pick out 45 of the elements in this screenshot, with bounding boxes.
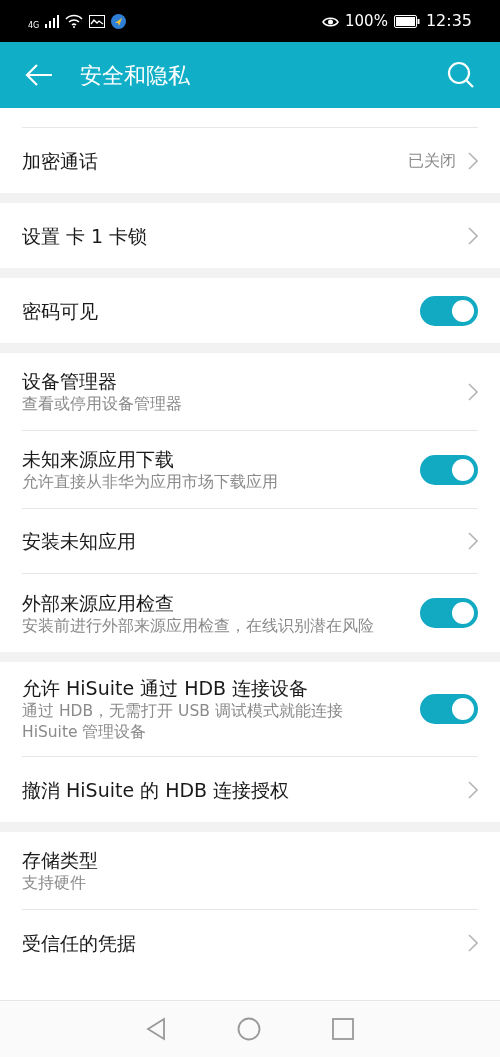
setting-title: 加密通话 bbox=[22, 148, 99, 174]
chevron-right-icon bbox=[468, 933, 478, 952]
toggle-switch[interactable] bbox=[420, 598, 478, 628]
circle-icon bbox=[237, 1017, 261, 1041]
network-type: 4G bbox=[28, 22, 40, 30]
battery-percent: 100% bbox=[345, 10, 388, 32]
signal-icon bbox=[45, 14, 60, 28]
setting-description: 查看或停用设备管理器 bbox=[22, 394, 183, 415]
recents-nav-button[interactable] bbox=[332, 1018, 355, 1040]
setting-title: 密码可见 bbox=[22, 298, 99, 324]
setting-title: 存储类型 bbox=[22, 848, 99, 873]
setting-title: 设备管理器 bbox=[22, 369, 118, 394]
setting-title: 外部来源应用检查 bbox=[22, 590, 175, 616]
search-icon bbox=[447, 61, 475, 89]
home-nav-button[interactable] bbox=[237, 1017, 261, 1041]
setting-title: 允许 HiSuite 通过 HDB 连接设备 bbox=[22, 676, 310, 701]
setting-title: 设置 卡 1 卡锁 bbox=[22, 223, 149, 249]
app-icon bbox=[111, 13, 127, 29]
triangle-icon bbox=[145, 1017, 166, 1041]
search-button[interactable] bbox=[446, 60, 476, 90]
setting-title: 撤消 HiSuite 的 HDB 连接授权 bbox=[22, 777, 291, 803]
chevron-right-icon bbox=[468, 382, 478, 401]
chevron-right-icon bbox=[468, 780, 478, 799]
setting-description: 通过 HDB，无需打开 USB 调试模式就能连接 HiSuite 管理设备 bbox=[22, 701, 344, 743]
chevron-right-icon bbox=[468, 151, 478, 170]
square-icon bbox=[332, 1018, 355, 1040]
setting-title: 受信任的凭据 bbox=[22, 930, 137, 956]
toggle-switch[interactable] bbox=[420, 694, 478, 724]
wifi-icon bbox=[65, 14, 84, 28]
chevron-right-icon bbox=[468, 226, 478, 245]
setting-value: 已关闭 bbox=[408, 149, 456, 172]
setting-description: 支持硬件 bbox=[22, 873, 87, 894]
back-arrow-icon bbox=[25, 63, 53, 87]
chevron-right-icon bbox=[468, 532, 478, 550]
setting-description: 允许直接从非华为应用市场下载应用 bbox=[22, 472, 279, 493]
page-title: 安全和隐私 bbox=[80, 61, 191, 90]
setting-title: 未知来源应用下载 bbox=[22, 447, 175, 472]
clock: 12:35 bbox=[425, 10, 472, 32]
battery-icon bbox=[393, 14, 420, 28]
toggle-switch[interactable] bbox=[420, 454, 478, 485]
back-nav-button[interactable] bbox=[145, 1017, 166, 1041]
toggle-switch[interactable] bbox=[420, 295, 478, 326]
setting-title: 安装未知应用 bbox=[22, 529, 137, 554]
setting-description: 安装前进行外部来源应用检查，在线识别潜在风险 bbox=[22, 615, 375, 637]
monitor-icon bbox=[89, 14, 106, 28]
